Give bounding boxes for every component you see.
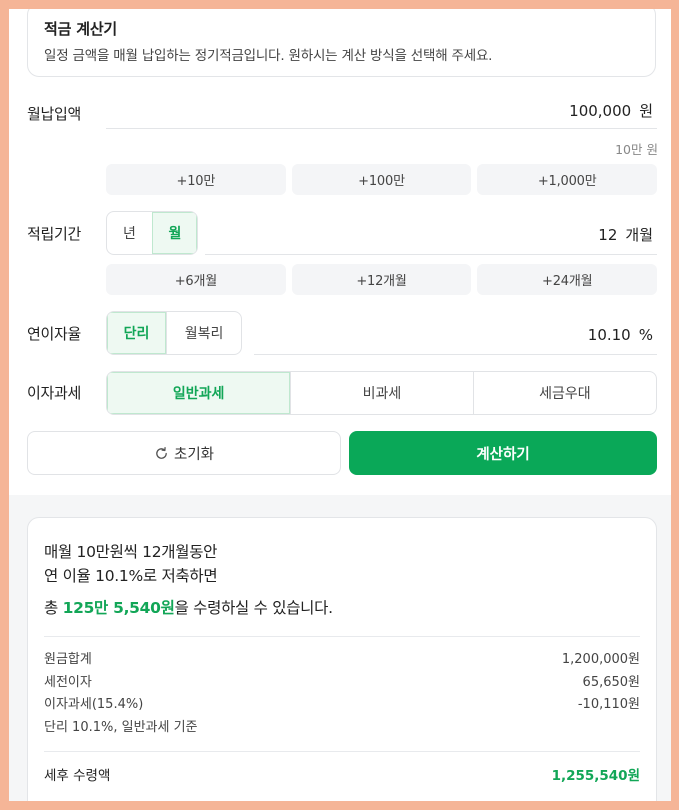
info-description: 일정 금액을 매월 납입하는 정기적금입니다. 원하시는 계산 방식을 선택해 … xyxy=(44,48,493,64)
period-month-option[interactable]: 월 xyxy=(151,212,197,254)
monthly-deposit-value: 100,000 xyxy=(569,101,632,120)
monthly-deposit-hint: 10만 원 xyxy=(615,142,658,157)
principal-value: 1,200,000원 xyxy=(561,652,640,667)
add-24-months-button[interactable]: +24개월 xyxy=(477,264,658,295)
interest-rate-input[interactable]: 10.10 % xyxy=(254,315,657,355)
info-title: 적금 계산기 xyxy=(44,20,118,38)
interest-tax-value: -10,110원 xyxy=(577,697,640,712)
pretax-interest-value: 65,650원 xyxy=(582,674,640,690)
tax-type-selector: 일반과세 비과세 세금우대 xyxy=(106,371,657,415)
compound-interest-option[interactable]: 월복리 xyxy=(166,312,241,354)
interest-rate-unit: % xyxy=(638,325,653,344)
result-divider xyxy=(44,636,640,637)
tax-label: 이자과세 xyxy=(27,384,82,402)
interest-rate-label: 연이자율 xyxy=(27,325,82,343)
result-card: 매월 10만원씩 12개월동안 연 이율 10.1%로 저축하면 총 125만 … xyxy=(27,517,657,801)
period-quick-add-row: +6개월 +12개월 +24개월 xyxy=(106,264,658,295)
interest-type-toggle: 단리 월복리 xyxy=(106,311,242,355)
simple-interest-option[interactable]: 단리 xyxy=(107,312,167,354)
reset-label: 초기화 xyxy=(173,446,215,463)
principal-label: 원금합계 xyxy=(44,652,92,667)
refresh-icon xyxy=(156,446,167,459)
result-summary-line-1: 매월 10만원씩 12개월동안 xyxy=(44,543,218,561)
tax-general-option[interactable]: 일반과세 xyxy=(107,372,291,414)
info-card: 적금 계산기 일정 금액을 매월 납입하는 정기적금입니다. 원하시는 계산 방… xyxy=(27,9,656,77)
result-total: 총 125만 5,540원을 수령하실 수 있습니다. xyxy=(44,596,640,618)
period-year-option[interactable]: 년 xyxy=(107,212,152,254)
period-input[interactable]: 12 개월 xyxy=(205,215,657,255)
add-10m-button[interactable]: +1,000만 xyxy=(477,164,658,195)
deposit-quick-add-row: +10만 +100만 +1,000만 xyxy=(106,164,658,195)
principal-row: 원금합계 1,200,000원 xyxy=(44,649,640,672)
interest-tax-row: 이자과세(15.4%) -10,110원 xyxy=(44,694,640,717)
add-1m-button[interactable]: +100만 xyxy=(291,164,472,195)
period-label: 적립기간 xyxy=(27,225,82,243)
add-100k-button[interactable]: +10만 xyxy=(106,164,286,195)
monthly-deposit-input[interactable]: 100,000 원 xyxy=(106,93,657,129)
pretax-interest-row: 세전이자 65,650원 xyxy=(44,672,640,695)
add-6-months-button[interactable]: +6개월 xyxy=(106,264,286,295)
add-12-months-button[interactable]: +12개월 xyxy=(291,264,472,295)
reset-button[interactable]: 초기화 xyxy=(27,431,341,475)
monthly-deposit-unit: 원 xyxy=(639,102,653,120)
total-prefix: 총 xyxy=(44,599,63,617)
interest-rate-value: 10.10 xyxy=(587,325,631,344)
total-amount: 125만 5,540원 xyxy=(62,599,175,617)
tax-exempt-option[interactable]: 비과세 xyxy=(290,372,472,414)
calculation-basis-note: 단리 10.1%, 일반과세 기준 xyxy=(44,719,198,735)
result-summary-line-2: 연 이율 10.1%로 저축하면 xyxy=(44,567,218,585)
period-value: 12 xyxy=(598,225,618,244)
final-amount-label: 세후 수령액 xyxy=(44,768,111,784)
interest-tax-label: 이자과세(15.4%) xyxy=(44,697,144,712)
calculator-frame: 적금 계산기 일정 금액을 매월 납입하는 정기적금입니다. 원하시는 계산 방… xyxy=(9,9,671,801)
pretax-interest-label: 세전이자 xyxy=(44,674,92,690)
period-unit: 개월 xyxy=(625,226,653,244)
period-unit-toggle: 년 월 xyxy=(106,211,198,255)
monthly-deposit-label: 월납입액 xyxy=(27,105,82,123)
result-breakdown: 원금합계 1,200,000원 세전이자 65,650원 이자과세(15.4%)… xyxy=(44,649,640,739)
tax-preferential-option[interactable]: 세금우대 xyxy=(472,372,656,414)
final-amount-value: 1,255,540원 xyxy=(551,768,640,784)
final-amount-row: 세후 수령액 1,255,540원 xyxy=(44,751,640,784)
calculate-button[interactable]: 계산하기 xyxy=(349,431,657,475)
total-suffix: 을 수령하실 수 있습니다. xyxy=(174,599,333,617)
